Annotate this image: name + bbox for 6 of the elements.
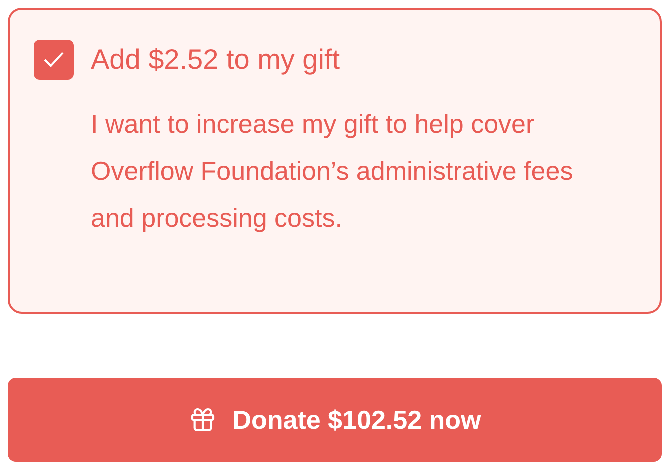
option-title: Add $2.52 to my gift — [91, 43, 342, 77]
check-icon — [43, 51, 65, 69]
donate-button[interactable]: Donate $102.52 now — [8, 378, 662, 462]
gift-icon — [188, 406, 217, 434]
option-description: I want to increase my gift to help cover Overflow Foundation’s administrative fees and processing costs. — [91, 108, 574, 235]
checkbox[interactable] — [34, 40, 74, 80]
